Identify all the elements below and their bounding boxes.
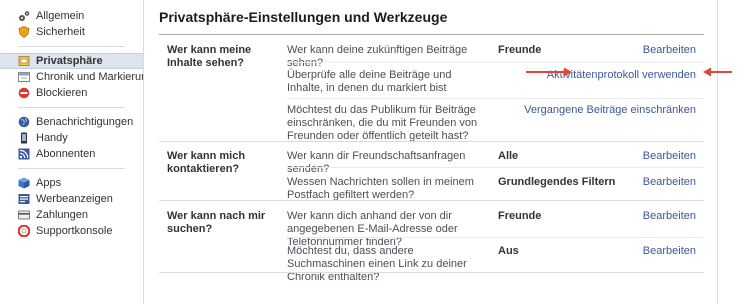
sidebar-divider bbox=[18, 46, 125, 47]
sidebar-item-label: Supportkonsole bbox=[36, 225, 113, 237]
content-border bbox=[717, 0, 718, 304]
sidebar-group-account: Allgemein Sicherheit bbox=[0, 8, 143, 40]
row-value: Freunde bbox=[498, 210, 542, 222]
row-value: Aus bbox=[498, 245, 519, 257]
sidebar-item-handy[interactable]: Handy bbox=[0, 130, 143, 146]
row-question: Überprüfe alle deine Beiträge und Inhalt… bbox=[287, 69, 452, 94]
sidebar-item-chronik[interactable]: Chronik und Markierung… bbox=[0, 69, 143, 85]
sidebar-divider bbox=[18, 168, 125, 169]
sidebar-item-label: Apps bbox=[36, 177, 62, 189]
gears-icon bbox=[18, 10, 30, 22]
sidebar-item-zahlungen[interactable]: Zahlungen bbox=[0, 207, 143, 223]
row-question: Möchtest du das Publikum für Beiträge ei… bbox=[287, 104, 478, 142]
timeline-icon bbox=[18, 71, 30, 83]
card-icon bbox=[18, 209, 30, 221]
row-value: Grundlegendes Filtern bbox=[498, 176, 616, 188]
sidebar-item-apps[interactable]: Apps bbox=[0, 175, 143, 191]
row-value: Freunde bbox=[498, 44, 542, 56]
edit-link[interactable]: Bearbeiten bbox=[643, 44, 696, 56]
row-value: Alle bbox=[498, 150, 519, 162]
sidebar-item-werbeanzeigen[interactable]: Werbeanzeigen bbox=[0, 191, 143, 207]
privacy-icon bbox=[18, 55, 30, 67]
sidebar-item-allgemein[interactable]: Allgemein bbox=[0, 8, 143, 24]
sidebar-group-privacy: Privatsphäre Chronik und Markierung… Blo… bbox=[0, 53, 143, 101]
edit-link[interactable]: Bearbeiten bbox=[643, 176, 696, 188]
sidebar-item-label: Benachrichtigungen bbox=[36, 116, 134, 128]
sidebar-item-label: Chronik und Markierung… bbox=[36, 71, 143, 83]
annotation-arrow-right bbox=[703, 67, 732, 77]
sidebar-item-blockieren[interactable]: Blockieren bbox=[0, 85, 143, 101]
support-icon bbox=[18, 225, 30, 237]
row-divider bbox=[287, 62, 704, 63]
sidebar-item-supportkonsole[interactable]: Supportkonsole bbox=[0, 223, 143, 239]
sidebar-item-privatsphaere[interactable]: Privatsphäre bbox=[0, 53, 143, 69]
sidebar-item-abonnenten[interactable]: Abonnenten bbox=[0, 146, 143, 162]
section-divider bbox=[159, 272, 704, 273]
globe-icon bbox=[18, 116, 30, 128]
row-question: Möchtest du, dass andere Suchmaschinen e… bbox=[287, 245, 467, 283]
annotation-arrow-left bbox=[526, 67, 572, 77]
section-divider bbox=[159, 141, 704, 142]
row-divider bbox=[287, 237, 704, 238]
row-divider bbox=[287, 167, 704, 168]
sidebar-item-label: Werbeanzeigen bbox=[36, 193, 113, 205]
edit-link[interactable]: Bearbeiten bbox=[643, 150, 696, 162]
row-question: Wer kann dir Freundschaftsanfragen sende… bbox=[287, 150, 466, 175]
section-divider bbox=[159, 200, 704, 201]
block-icon bbox=[18, 87, 30, 99]
sidebar-item-label: Blockieren bbox=[36, 87, 88, 99]
sidebar-item-label: Abonnenten bbox=[36, 148, 96, 160]
limit-past-posts-link[interactable]: Vergangene Beiträge einschränken bbox=[524, 104, 696, 116]
ads-icon bbox=[18, 193, 30, 205]
apps-icon bbox=[18, 177, 30, 189]
sidebar-item-benachrichtigungen[interactable]: Benachrichtigungen bbox=[0, 114, 143, 130]
sidebar-group-notifications: Benachrichtigungen Handy Abonnenten bbox=[0, 114, 143, 162]
sidebar-item-label: Sicherheit bbox=[36, 26, 85, 38]
sidebar-border bbox=[143, 0, 144, 304]
row-question: Wer kann dich anhand der von dir angegeb… bbox=[287, 210, 458, 248]
section-heading-contact: Wer kann mich kontaktieren? bbox=[167, 150, 246, 175]
rss-icon bbox=[18, 148, 30, 160]
page-title: Privatsphäre-Einstellungen und Werkzeuge bbox=[159, 9, 448, 25]
sidebar-item-label: Allgemein bbox=[36, 10, 85, 22]
row-question: Wessen Nachrichten sollen in meinem Post… bbox=[287, 176, 474, 201]
edit-link[interactable]: Bearbeiten bbox=[643, 210, 696, 222]
section-heading-search: Wer kann nach mir suchen? bbox=[167, 210, 266, 235]
title-divider bbox=[159, 34, 704, 35]
row-question: Wer kann deine zukünftigen Beiträge sehe… bbox=[287, 44, 468, 69]
sidebar-item-label: Handy bbox=[36, 132, 68, 144]
sidebar-item-label: Privatsphäre bbox=[36, 55, 103, 67]
settings-sidebar: Allgemein Sicherheit Privatsphäre Chroni… bbox=[0, 0, 143, 304]
sidebar-item-label: Zahlungen bbox=[36, 209, 88, 221]
sidebar-item-sicherheit[interactable]: Sicherheit bbox=[0, 24, 143, 40]
sidebar-divider bbox=[18, 107, 125, 108]
edit-link[interactable]: Bearbeiten bbox=[643, 245, 696, 257]
phone-icon bbox=[18, 132, 30, 144]
row-divider bbox=[287, 98, 704, 99]
sidebar-group-apps: Apps Werbeanzeigen Zahlungen Supportkons… bbox=[0, 175, 143, 239]
section-heading-content: Wer kann meine Inhalte sehen? bbox=[167, 44, 252, 69]
badge-icon bbox=[18, 26, 30, 38]
